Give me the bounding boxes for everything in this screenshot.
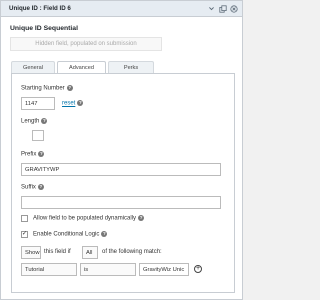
help-icon[interactable]: ? bbox=[37, 184, 44, 190]
conditional-logic-checkbox[interactable]: ✓ bbox=[21, 231, 28, 238]
length-input[interactable] bbox=[32, 130, 44, 141]
panel-header: Unique ID : Field ID 6 bbox=[1, 1, 242, 17]
reset-link[interactable]: reset bbox=[62, 101, 75, 107]
suffix-label: Suffix? bbox=[21, 184, 44, 191]
help-icon[interactable]: ? bbox=[138, 215, 145, 221]
rule-operator-select[interactable]: is bbox=[80, 263, 136, 276]
cond-action-select[interactable]: Show bbox=[21, 246, 41, 259]
help-icon[interactable]: ? bbox=[66, 85, 73, 91]
cond-of-following: of the following match: bbox=[102, 249, 162, 255]
conditional-logic-label: Enable Conditional Logic bbox=[33, 231, 100, 238]
allow-dynamic-checkbox[interactable] bbox=[21, 215, 28, 222]
prefix-input[interactable]: GRAVITYWP bbox=[21, 163, 221, 176]
length-label-text: Length bbox=[21, 118, 40, 125]
delete-icon[interactable] bbox=[229, 4, 238, 13]
duplicate-icon[interactable] bbox=[218, 4, 227, 13]
prefix-label-text: Prefix bbox=[21, 151, 37, 158]
field-settings-panel: Unique ID : Field ID 6 Unique ID Sequent… bbox=[0, 0, 243, 300]
reset-row: reset? bbox=[62, 100, 84, 107]
prefix-label: Prefix? bbox=[21, 151, 45, 158]
panel-title: Unique ID : Field ID 6 bbox=[9, 5, 71, 12]
help-icon[interactable]: ? bbox=[41, 118, 48, 124]
add-rule-icon[interactable]: + bbox=[194, 265, 202, 273]
field-preview: Hidden field, populated on submission bbox=[10, 37, 162, 51]
advanced-tab-body: Starting Number? 1147 reset? Length? Pre… bbox=[11, 73, 235, 293]
help-icon[interactable]: ? bbox=[77, 100, 84, 106]
allow-dynamic-row: Allow field to be populated dynamically? bbox=[33, 215, 145, 222]
chevron-down-icon[interactable] bbox=[207, 4, 216, 13]
cond-logic-type-select[interactable]: All bbox=[82, 246, 98, 259]
help-icon[interactable]: ? bbox=[101, 231, 108, 237]
suffix-input[interactable] bbox=[21, 196, 221, 209]
cond-this-field-if: this field if bbox=[44, 249, 71, 255]
header-actions bbox=[207, 4, 238, 13]
starting-number-input[interactable]: 1147 bbox=[21, 97, 55, 110]
rule-value-input[interactable]: GravityWiz Unic bbox=[139, 263, 189, 276]
help-icon[interactable]: ? bbox=[38, 151, 45, 157]
conditional-logic-row: Enable Conditional Logic? bbox=[33, 231, 108, 238]
rule-field-select[interactable]: Tutorial bbox=[21, 263, 77, 276]
length-label: Length? bbox=[21, 118, 48, 125]
starting-number-label: Starting Number? bbox=[21, 85, 73, 92]
starting-number-label-text: Starting Number bbox=[21, 85, 65, 92]
field-label: Unique ID Sequential bbox=[10, 25, 78, 32]
allow-dynamic-label: Allow field to be populated dynamically bbox=[33, 215, 137, 222]
suffix-label-text: Suffix bbox=[21, 184, 36, 191]
